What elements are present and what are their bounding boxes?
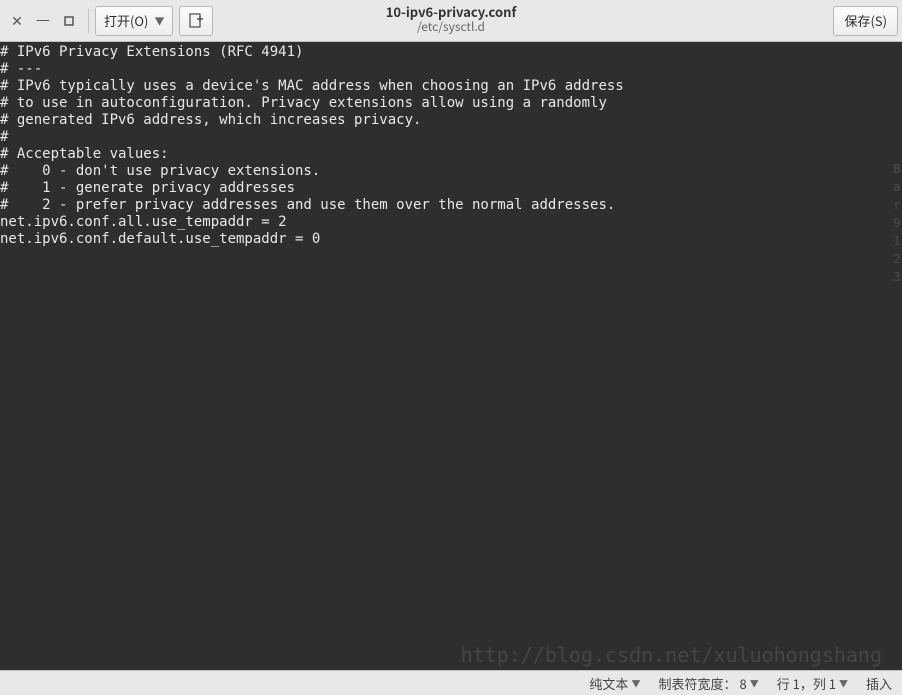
title-area: 10-ipv6-privacy.conf /etc/sysctl.d [386, 4, 517, 34]
window-controls: ✕ — [4, 8, 82, 34]
maximize-button[interactable] [56, 8, 82, 34]
insert-mode[interactable]: 插入 [866, 674, 892, 693]
chevron-down-icon: ▼ [750, 677, 759, 690]
titlebar: ✕ — 打开(O) ▼ 10-ipv6-privacy.conf /etc/sy… [0, 0, 902, 42]
mode-label: 插入 [866, 674, 892, 693]
tabwidth-selector[interactable]: 制表符宽度： 8 ▼ [658, 674, 758, 693]
open-button-label: 打开(O) [104, 11, 148, 30]
chevron-down-icon: ▼ [154, 13, 164, 28]
tabwidth-value: 8 [739, 674, 746, 693]
open-button[interactable]: 打开(O) ▼ [95, 6, 173, 36]
right-gutter: Bar9123 [892, 42, 902, 670]
syntax-selector[interactable]: 纯文本 ▼ [589, 674, 640, 693]
new-tab-button[interactable] [179, 6, 213, 36]
close-button[interactable]: ✕ [4, 8, 30, 34]
syntax-label: 纯文本 [589, 674, 628, 693]
position-label: 行 1，列 1 [777, 674, 836, 693]
cursor-position[interactable]: 行 1，列 1 ▼ [777, 674, 848, 693]
save-button-label: 保存(S) [844, 11, 887, 30]
minimize-button[interactable]: — [30, 8, 56, 34]
chevron-down-icon: ▼ [631, 677, 640, 690]
new-document-icon [188, 13, 204, 29]
tabwidth-label: 制表符宽度： [658, 674, 736, 693]
statusbar: 纯文本 ▼ 制表符宽度： 8 ▼ 行 1，列 1 ▼ 插入 [0, 670, 902, 695]
save-button[interactable]: 保存(S) [833, 6, 898, 36]
divider [88, 9, 89, 33]
chevron-down-icon: ▼ [839, 677, 848, 690]
file-path: /etc/sysctl.d [386, 20, 517, 34]
text-editor[interactable]: # IPv6 Privacy Extensions (RFC 4941) # -… [0, 42, 902, 670]
